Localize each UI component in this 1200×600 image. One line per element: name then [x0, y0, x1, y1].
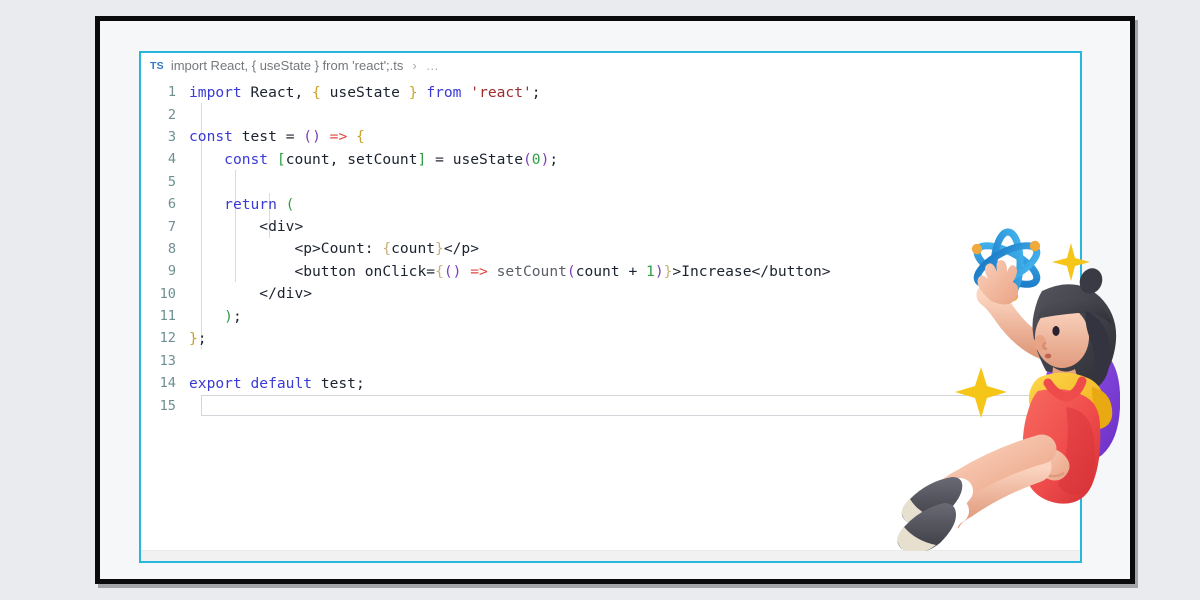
line-content[interactable]: <div>: [189, 218, 303, 235]
code-editor-panel: TS import React, { useState } from 'reac…: [139, 51, 1082, 563]
line-number: 13: [159, 352, 176, 369]
code-content-area[interactable]: 1 import React, { useState } from 'react…: [141, 78, 1080, 548]
line-content[interactable]: const [count, setCount] = useState(0);: [189, 151, 558, 168]
line-content[interactable]: <p>Count: {count}</p>: [189, 240, 479, 257]
line-number: 2: [167, 106, 176, 123]
line-content[interactable]: import React, { useState } from 'react';: [189, 84, 541, 101]
breadcrumb-path[interactable]: import React, { useState } from 'react';…: [171, 58, 404, 73]
line-number: 9: [167, 263, 176, 280]
line-content[interactable]: export default test;: [189, 375, 365, 392]
line-number: 12: [159, 330, 176, 347]
line-number: 10: [159, 285, 176, 302]
line-content[interactable]: return (: [189, 196, 294, 213]
typescript-file-icon: TS: [150, 59, 164, 72]
line-number: 4: [167, 151, 176, 168]
line-number: 6: [167, 196, 176, 213]
line-content[interactable]: <button onClick={() => setCount(count + …: [189, 263, 830, 280]
line-number: 5: [167, 173, 176, 190]
line-number: 8: [167, 240, 176, 257]
line-number: 11: [159, 308, 176, 325]
chevron-right-icon: ›: [412, 58, 417, 73]
line-content[interactable]: );: [189, 308, 242, 325]
line-number: 3: [167, 128, 176, 145]
line-number: 15: [159, 397, 176, 414]
line-content[interactable]: const test = () => {: [189, 128, 365, 145]
line-content[interactable]: };: [189, 330, 207, 347]
screenshot-frame: TS import React, { useState } from 'reac…: [95, 16, 1135, 584]
breadcrumb[interactable]: TS import React, { useState } from 'reac…: [141, 53, 1080, 78]
line-number: 14: [159, 375, 176, 392]
line-content[interactable]: </div>: [189, 285, 312, 302]
breadcrumb-overflow[interactable]: …: [426, 58, 439, 73]
code-line-active[interactable]: 15: [141, 394, 1080, 417]
line-number: 1: [167, 84, 176, 101]
horizontal-scrollbar[interactable]: [141, 550, 1080, 561]
line-number: 7: [167, 218, 176, 235]
active-line-highlight: [201, 395, 1080, 417]
